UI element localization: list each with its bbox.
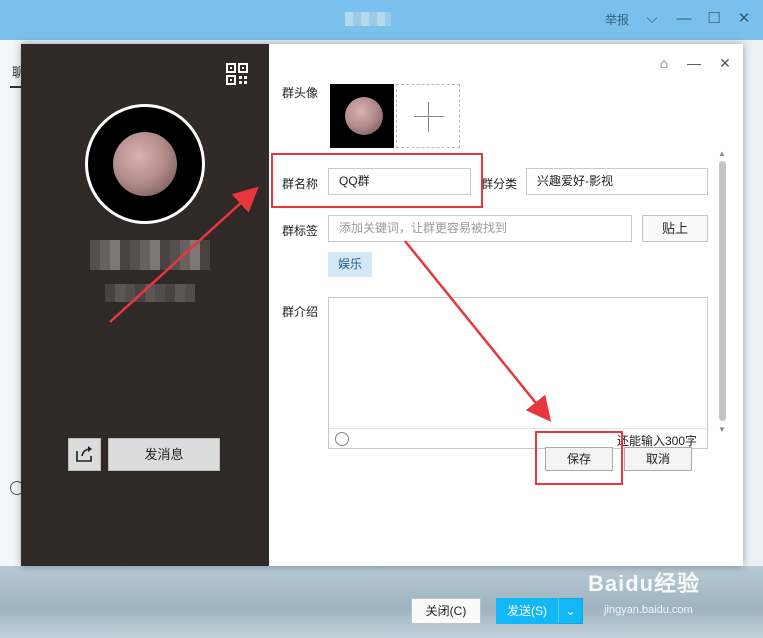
group-avatar-label: 群头像 [282, 86, 319, 100]
background-titlebar: 举报 ⌵ — ☐ ✕ [0, 0, 763, 40]
chevron-down-icon[interactable]: ⌵ [641, 8, 663, 30]
baidu-watermark: Baidu经验 [588, 571, 701, 596]
report-link[interactable]: 举报 [605, 11, 629, 28]
tag-chip[interactable]: 娱乐 [328, 252, 372, 277]
group-avatar-thumbnail[interactable] [330, 84, 394, 148]
group-tags-label: 群标签 [282, 224, 319, 238]
moon-image [113, 132, 177, 196]
send-message-button[interactable]: 发消息 [108, 438, 220, 471]
cancel-button[interactable]: 取消 [624, 447, 692, 471]
annotation-box-name [271, 153, 483, 208]
group-tags-input[interactable]: 添加关键词，让群更容易被找到 [328, 215, 632, 242]
group-category-label: 群分类 [481, 177, 518, 191]
send-button[interactable]: 发送(S) [496, 598, 558, 624]
group-category-select[interactable]: 兴趣爱好-影视 [526, 168, 708, 195]
blurred-group-number [105, 284, 195, 302]
share-button[interactable] [68, 438, 101, 471]
group-intro-label: 群介绍 [282, 305, 319, 319]
scroll-down-arrow[interactable]: ▼ [718, 425, 726, 434]
moon-image [345, 97, 383, 135]
maximize-icon[interactable]: ☐ [703, 8, 725, 30]
blurred-group-name [90, 240, 210, 270]
minimize-icon[interactable]: — [685, 54, 703, 72]
close-button[interactable]: 关闭(C) [411, 598, 481, 624]
plus-icon [414, 116, 444, 117]
group-info-dialog: 发消息 ⌂ — ✕ 群头像 群名称 QQ群 群分类 兴趣爱好-影视 群标签 添加… [21, 44, 743, 566]
close-icon[interactable]: ✕ [716, 54, 734, 72]
share-icon [76, 446, 92, 462]
smiley-icon[interactable] [335, 432, 349, 446]
blurred-window-title [345, 12, 391, 26]
pin-icon[interactable]: ⌂ [655, 54, 673, 72]
scroll-up-arrow[interactable]: ▲ [718, 149, 726, 158]
add-avatar-button[interactable] [396, 84, 460, 148]
group-avatar-large[interactable] [85, 104, 205, 224]
group-intro-textarea[interactable]: 还能输入300字 [328, 297, 708, 449]
intro-toolbar: 还能输入300字 [329, 428, 707, 448]
background-right-strip [743, 40, 763, 638]
baidu-watermark-url: jingyan.baidu.com [604, 604, 693, 616]
background-left-strip [0, 40, 21, 638]
send-options-dropdown[interactable]: ⌄ [558, 598, 583, 624]
annotation-box-save [535, 431, 623, 485]
paste-button[interactable]: 贴上 [642, 215, 708, 242]
qr-code-icon[interactable] [226, 63, 248, 85]
minimize-icon[interactable]: — [673, 8, 695, 30]
group-profile-panel: 发消息 [21, 44, 269, 566]
scrollbar-thumb[interactable] [719, 161, 726, 421]
close-icon[interactable]: ✕ [733, 8, 755, 30]
